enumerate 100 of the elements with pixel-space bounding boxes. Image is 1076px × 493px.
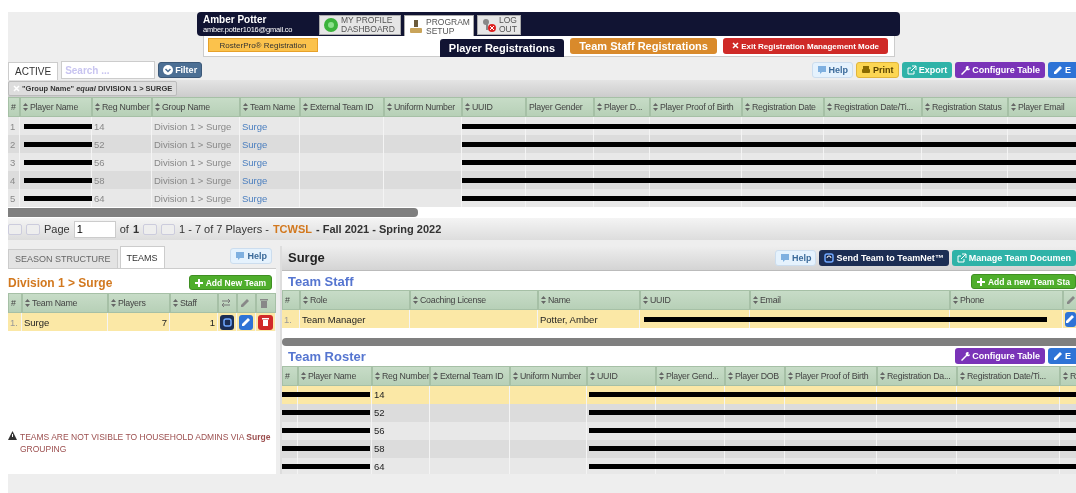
column-header[interactable]: Player Gender	[526, 97, 594, 117]
column-header[interactable]: Coaching License	[410, 290, 538, 311]
column-header[interactable]: Player Name	[20, 97, 92, 117]
column-title: Registration Date/Ti...	[967, 370, 1046, 381]
configure-button[interactable]: Configure Table	[955, 62, 1045, 78]
pager-button[interactable]	[26, 223, 40, 235]
notice-text: TEAMS ARE NOT VISIBLE TO HOUSEHOLD ADMINS VIA Surge GROUPING	[20, 431, 272, 455]
column-header[interactable]: Name	[538, 290, 640, 311]
column-title: Registration Date/Ti...	[834, 102, 913, 112]
column-header[interactable]: Registration Da...	[877, 365, 957, 386]
column-header[interactable]	[1063, 290, 1076, 311]
column-header[interactable]: R	[1060, 365, 1076, 386]
panel-tab[interactable]: TEAMS	[119, 246, 165, 268]
filter-button[interactable]: Filter	[158, 62, 203, 78]
nav-tab[interactable]: PROGRAM SETUP	[404, 15, 474, 39]
page-of-label: of	[119, 223, 129, 235]
print-button[interactable]: Print	[856, 62, 899, 78]
column-title: Registration Status	[932, 102, 1002, 112]
column-header[interactable]: Player Gend...	[656, 365, 725, 386]
plus-icon	[976, 277, 985, 286]
column-header[interactable]: UUID	[462, 97, 526, 117]
column-header[interactable]: Registration Status	[922, 97, 1008, 117]
table-row[interactable]: 1 14 Division 1 > Surge Surge	[8, 117, 1076, 135]
loop-icon	[221, 316, 233, 328]
table-row[interactable]: 3 56 Division 1 > Surge Surge	[8, 153, 1076, 171]
column-title: R	[1070, 370, 1076, 381]
edit-button[interactable]	[239, 314, 253, 330]
pager-button[interactable]	[8, 223, 22, 235]
table-row[interactable]: 1. Team Manager Potter, Amber	[282, 310, 1076, 328]
column-title: Registration Date	[752, 102, 816, 112]
column-header[interactable]: Team Name	[240, 97, 300, 117]
column-header[interactable]: External Team ID	[300, 97, 384, 117]
external-link-icon	[906, 65, 917, 75]
column-header[interactable]: Player D...	[594, 97, 650, 117]
division-heading: Division 1 > Surge	[8, 275, 113, 290]
table-cell: 56	[372, 421, 430, 440]
table-cell: 52	[372, 403, 430, 422]
column-header[interactable]: Phone	[950, 290, 1063, 311]
column-header[interactable]: Player DOB	[725, 365, 785, 386]
panel-tab[interactable]: SEASON STRUCTURE	[8, 249, 118, 268]
column-header[interactable]: #	[8, 97, 20, 117]
pager-button[interactable]	[143, 223, 157, 235]
column-header[interactable]	[256, 293, 276, 313]
column-header[interactable]: External Team ID	[430, 365, 510, 386]
column-title: #	[11, 102, 16, 112]
edit-button[interactable]: E	[1048, 347, 1076, 364]
search-field[interactable]: Search ...	[61, 61, 156, 79]
results-summary: 1 - 7 of 7 Players -	[179, 223, 269, 235]
column-header[interactable]: Uniform Number	[510, 365, 587, 386]
column-header[interactable]: Player Name	[298, 365, 372, 386]
help-button[interactable]: Help	[811, 62, 854, 78]
configure-button[interactable]: Configure Table	[955, 347, 1045, 364]
column-header[interactable]: Registration Date/Ti...	[957, 365, 1060, 386]
help-button[interactable]: Help	[774, 249, 817, 266]
table-link[interactable]: Potter, Amber	[538, 310, 640, 328]
scrollbar-thumb[interactable]	[282, 337, 1076, 346]
edit-button[interactable]: E	[1048, 62, 1076, 78]
wrench-icon	[960, 350, 971, 361]
column-header[interactable]: Player Proof of Birth	[785, 365, 877, 386]
table-row[interactable]: 5 64 Division 1 > Surge Surge	[8, 189, 1076, 207]
column-header[interactable]: Team Name	[22, 293, 108, 313]
column-header[interactable]: Group Name	[152, 97, 240, 117]
column-title: Player DOB	[735, 370, 779, 381]
delete-button[interactable]	[258, 314, 273, 330]
nav-tab[interactable]: LOG OUT	[477, 15, 521, 35]
column-header[interactable]: #	[282, 365, 298, 386]
pager-button[interactable]	[161, 223, 175, 235]
column-header[interactable]: Reg Number	[372, 365, 430, 386]
column-header[interactable]: #	[8, 293, 22, 313]
column-header[interactable]: Email	[750, 290, 950, 311]
nav-tab[interactable]: MY PROFILE DASHBOARD	[319, 15, 401, 35]
column-header[interactable]: Registration Date/Ti...	[824, 97, 922, 117]
column-header[interactable]: #	[282, 290, 300, 311]
registration-tab[interactable]: Player Registrations	[439, 39, 565, 57]
column-title: #	[285, 370, 290, 381]
table-row[interactable]: 1. Surge 7 1	[8, 313, 276, 331]
column-header[interactable]: Player Email	[1008, 97, 1076, 117]
scrollbar-thumb[interactable]	[8, 208, 418, 217]
column-header[interactable]: UUID	[640, 290, 750, 311]
column-header[interactable]: Players	[108, 293, 170, 313]
table-cell: Surge	[22, 313, 108, 331]
column-title: Player Email	[1018, 102, 1065, 112]
exit-button[interactable]: Exit Registration Management Mode	[722, 38, 888, 54]
speech-bubble-icon	[235, 251, 246, 261]
help-button[interactable]: Help	[230, 248, 272, 264]
column-header[interactable]: Player Proof of Birth	[650, 97, 742, 117]
edit-button[interactable]	[1065, 311, 1076, 327]
column-header[interactable]: UUID	[587, 365, 656, 386]
column-header[interactable]: Role	[300, 290, 410, 311]
column-title: Coaching License	[420, 295, 486, 306]
column-header[interactable]: Staff	[170, 293, 218, 313]
status-tab[interactable]: ACTIVE	[8, 62, 59, 80]
page-field[interactable]: 1	[73, 220, 116, 238]
column-header[interactable]: Registration Date	[742, 97, 824, 117]
roster-registration-button[interactable]: RosterPro® Registration	[208, 38, 318, 52]
teamnet-button[interactable]: Send Team to TeamNet™	[819, 249, 949, 266]
column-header[interactable]: Uniform Number	[384, 97, 462, 117]
column-header[interactable]: Reg Number	[92, 97, 152, 117]
pencil-icon	[1053, 65, 1063, 75]
swap-button[interactable]	[220, 314, 234, 330]
